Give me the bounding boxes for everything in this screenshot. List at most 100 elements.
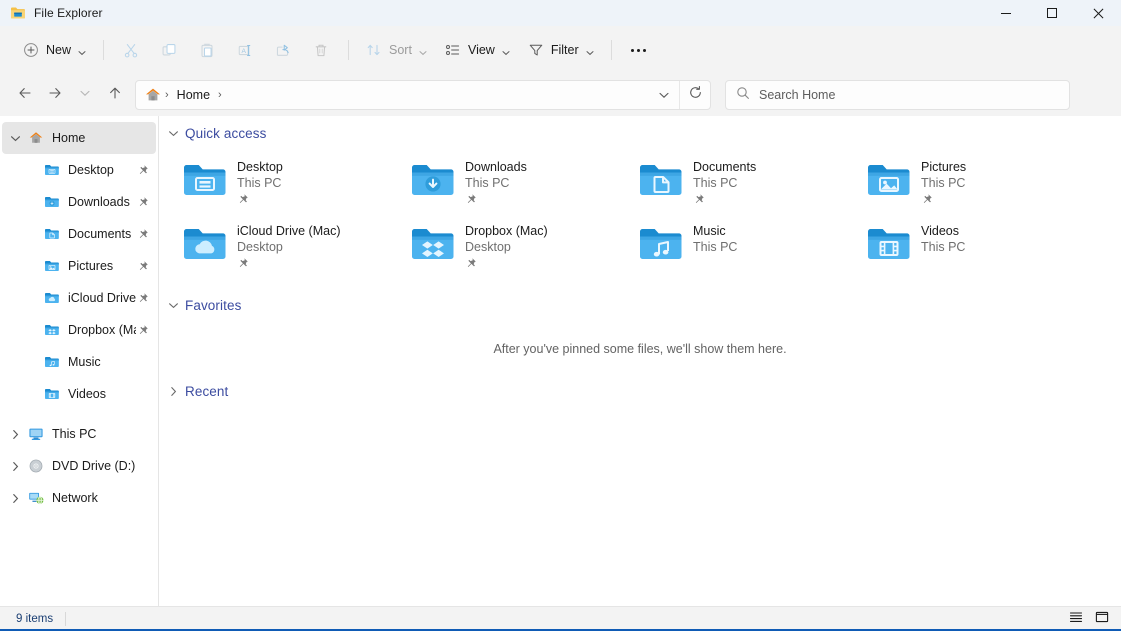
window-title: File Explorer	[34, 6, 103, 20]
sidebar-item-label: Music	[68, 355, 136, 369]
section-header-favorites[interactable]: Favorites	[159, 292, 1121, 318]
quick-access-item[interactable]: DocumentsThis PC	[637, 150, 865, 214]
rename-button[interactable]: A	[226, 34, 264, 66]
copy-button[interactable]	[150, 34, 188, 66]
sidebar-item-icloud-drive-m[interactable]: iCloud Drive (M	[2, 282, 156, 314]
home-icon[interactable]	[144, 86, 162, 104]
status-bar: 9 items	[0, 606, 1121, 631]
filter-button[interactable]: Filter	[519, 34, 603, 66]
address-bar[interactable]: › Home ›	[135, 80, 711, 110]
large-icons-view-button[interactable]	[1091, 609, 1113, 629]
minimize-button[interactable]	[983, 0, 1029, 26]
section-header-quick-access[interactable]: Quick access	[159, 120, 1121, 146]
breadcrumb-separator-2[interactable]: ›	[217, 89, 223, 101]
sidebar-item-label: Dropbox (Mac)	[68, 323, 136, 337]
share-icon	[275, 42, 291, 58]
trash-icon	[313, 42, 329, 58]
sidebar-item-videos[interactable]: Videos	[2, 378, 156, 410]
window-controls	[983, 0, 1121, 26]
sidebar-item-label: Pictures	[68, 259, 136, 273]
breadcrumb-separator: ›	[164, 89, 170, 101]
sidebar-item-music[interactable]: Music	[2, 346, 156, 378]
sidebar-item-dvd-drive-d-esd2i[interactable]: DVD Drive (D:) esd2i	[2, 450, 156, 482]
funnel-icon	[528, 42, 544, 58]
quick-access-item[interactable]: Dropbox (Mac)Desktop	[409, 214, 637, 278]
folder-pictures-icon	[44, 258, 60, 274]
folder-icloud-icon	[181, 220, 229, 268]
title-bar-left: File Explorer	[0, 5, 103, 21]
forward-button[interactable]	[40, 80, 70, 110]
folder-music-icon	[637, 220, 685, 268]
quick-access-grid: DesktopThis PC DownloadsThis PC Document…	[159, 150, 1121, 278]
sidebar-item-label: Documents	[68, 227, 136, 241]
sidebar-item-network[interactable]: Network	[2, 482, 156, 514]
chevron-right-icon	[167, 386, 179, 397]
refresh-button[interactable]	[680, 81, 710, 109]
quick-access-item[interactable]: PicturesThis PC	[865, 150, 1093, 214]
pin-icon	[136, 164, 150, 176]
file-explorer-window: File Explorer New	[0, 0, 1121, 631]
breadcrumb-item-home[interactable]: Home	[172, 85, 215, 105]
rename-icon: A	[237, 42, 253, 58]
favorites-empty-message: After you've pinned some files, we'll sh…	[159, 318, 1121, 372]
folder-music-icon	[44, 354, 60, 370]
sidebar-item-dropbox-mac[interactable]: Dropbox (Mac)	[2, 314, 156, 346]
sort-button[interactable]: Sort	[357, 34, 436, 66]
quick-access-item-name: Pictures	[921, 159, 966, 175]
quick-access-item[interactable]: iCloud Drive (Mac)Desktop	[181, 214, 409, 278]
see-more-button[interactable]	[620, 34, 658, 66]
sort-button-label: Sort	[389, 43, 412, 57]
folder-pictures-icon	[865, 156, 913, 204]
sidebar-item-home[interactable]: Home	[2, 122, 156, 154]
quick-access-item[interactable]: MusicThis PC	[637, 214, 865, 278]
chevron-right-icon[interactable]	[2, 461, 28, 472]
navigation-pane: Home Desktop Downloads Documents Picture…	[0, 116, 159, 606]
paste-icon	[199, 42, 215, 58]
address-dropdown-button[interactable]	[649, 81, 679, 109]
paste-button[interactable]	[188, 34, 226, 66]
search-input[interactable]	[759, 82, 1069, 108]
minimize-icon	[1001, 13, 1011, 14]
sidebar-item-documents[interactable]: Documents	[2, 218, 156, 250]
pin-icon	[136, 228, 150, 240]
quick-access-item[interactable]: DesktopThis PC	[181, 150, 409, 214]
section-header-recent[interactable]: Recent	[159, 378, 1121, 404]
up-arrow-icon	[107, 85, 123, 106]
chevron-down-icon	[502, 46, 510, 54]
search-box[interactable]	[725, 80, 1070, 110]
cut-button[interactable]	[112, 34, 150, 66]
chevron-down-icon[interactable]	[2, 133, 28, 144]
folder-desktop-icon	[181, 156, 229, 204]
sidebar-item-downloads[interactable]: Downloads	[2, 186, 156, 218]
svg-text:A: A	[242, 47, 247, 54]
folder-dropbox-icon	[409, 220, 457, 268]
quick-access-item-location: This PC	[921, 239, 965, 255]
sidebar-item-this-pc[interactable]: This PC	[2, 418, 156, 450]
chevron-right-icon[interactable]	[2, 493, 28, 504]
content-pane: Quick access DesktopThis PC DownloadsThi…	[159, 116, 1121, 606]
address-row: › Home ›	[0, 74, 1121, 116]
quick-access-item[interactable]: VideosThis PC	[865, 214, 1093, 278]
folder-downloads-icon	[409, 156, 457, 204]
sidebar-item-pictures[interactable]: Pictures	[2, 250, 156, 282]
recent-locations-button[interactable]	[70, 80, 100, 110]
quick-access-item[interactable]: DownloadsThis PC	[409, 150, 637, 214]
sidebar-item-label: DVD Drive (D:) esd2i	[52, 459, 136, 473]
view-button[interactable]: View	[436, 34, 519, 66]
sidebar-item-desktop[interactable]: Desktop	[2, 154, 156, 186]
quick-access-item-name: Dropbox (Mac)	[465, 223, 548, 239]
quick-access-item-text: PicturesThis PC	[921, 156, 966, 210]
up-button[interactable]	[100, 80, 130, 110]
share-button[interactable]	[264, 34, 302, 66]
close-icon	[1092, 7, 1104, 19]
new-button[interactable]: New	[14, 34, 95, 66]
back-button[interactable]	[10, 80, 40, 110]
sidebar-item-label: Downloads	[68, 195, 136, 209]
details-view-button[interactable]	[1065, 609, 1087, 629]
quick-access-item-name: Videos	[921, 223, 965, 239]
chevron-down-icon	[78, 46, 86, 54]
close-button[interactable]	[1075, 0, 1121, 26]
maximize-button[interactable]	[1029, 0, 1075, 26]
delete-button[interactable]	[302, 34, 340, 66]
chevron-right-icon[interactable]	[2, 429, 28, 440]
